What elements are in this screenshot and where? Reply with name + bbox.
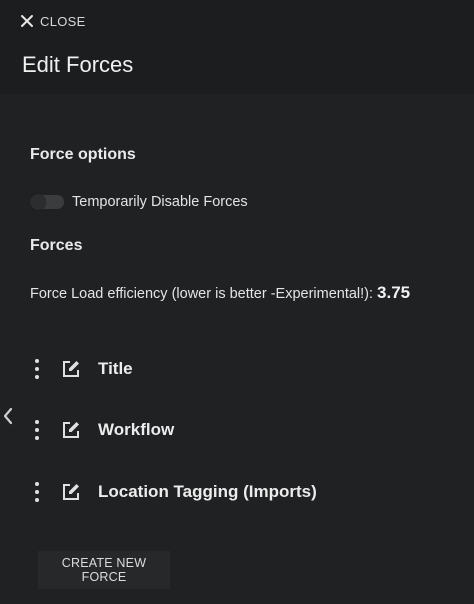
force-title: Workflow: [98, 420, 175, 439]
forces-heading: Forces: [30, 237, 83, 254]
force-row-location-tagging: Location Tagging (Imports): [28, 477, 448, 507]
edit-icon[interactable]: [60, 358, 82, 380]
force-row-title: Title: [28, 354, 448, 384]
header: CLOSE Edit Forces: [0, 0, 474, 94]
force-title: Title: [98, 359, 133, 378]
more-vertical-icon[interactable]: [28, 415, 46, 445]
more-vertical-icon[interactable]: [28, 354, 46, 384]
close-icon: [20, 14, 34, 28]
force-options-heading: Force options: [30, 146, 136, 163]
more-vertical-icon[interactable]: [28, 477, 46, 507]
page-title: Edit Forces: [22, 52, 134, 77]
efficiency-label: Force Load efficiency (lower is better -…: [30, 286, 374, 302]
force-row-workflow: Workflow: [28, 415, 448, 445]
toggle-knob: [30, 194, 46, 210]
chevron-left-icon[interactable]: [2, 407, 18, 427]
disable-forces-toggle-row: Temporarily Disable Forces: [30, 192, 248, 212]
close-button[interactable]: CLOSE: [20, 11, 86, 31]
force-title: Location Tagging (Imports): [98, 482, 317, 501]
edit-icon[interactable]: [60, 419, 82, 441]
edit-forces-panel: Force options Temporarily Disable Forces…: [0, 94, 474, 604]
close-label: CLOSE: [40, 13, 86, 29]
force-load-efficiency: Force Load efficiency (lower is better -…: [30, 283, 410, 303]
efficiency-value: 3.75: [377, 283, 411, 302]
disable-forces-label: Temporarily Disable Forces: [72, 194, 248, 210]
create-new-force-button[interactable]: CREATE NEW FORCE: [38, 551, 170, 589]
edit-icon[interactable]: [60, 481, 82, 503]
disable-forces-toggle[interactable]: [30, 194, 64, 210]
